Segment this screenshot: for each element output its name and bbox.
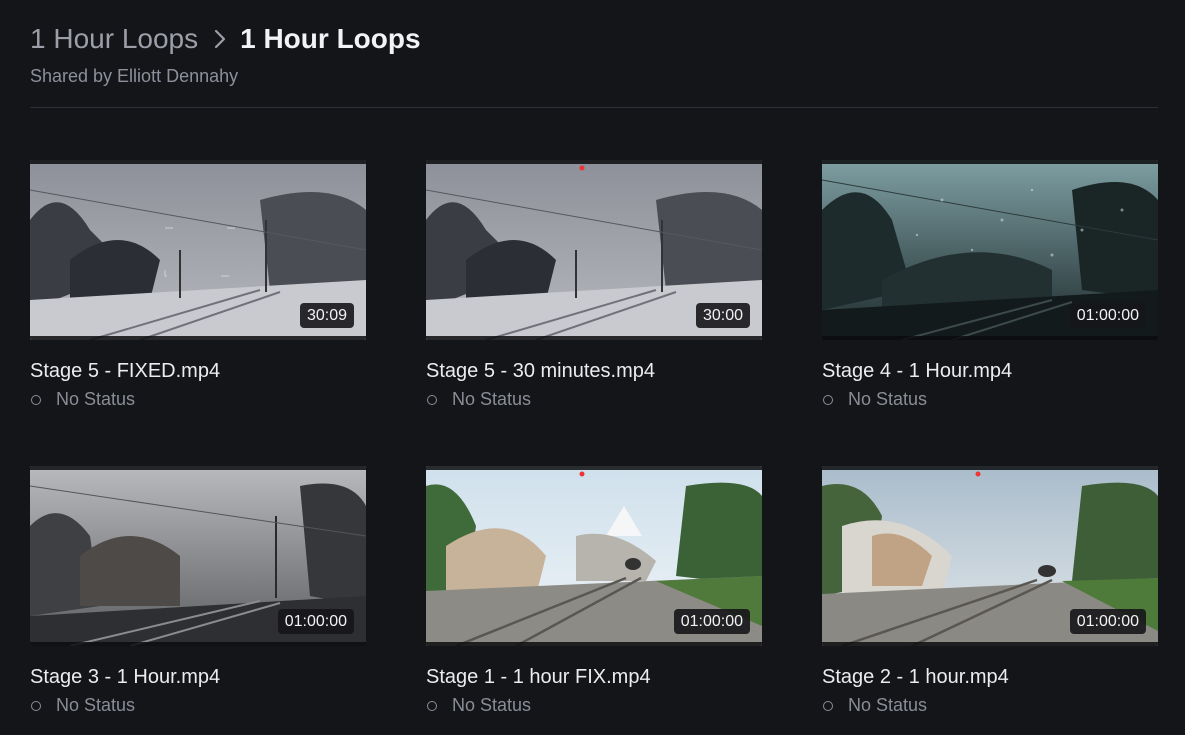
chevron-right-icon	[214, 29, 226, 49]
video-title[interactable]: Stage 2 - 1 hour.mp4	[822, 666, 1158, 689]
video-card[interactable]: 01:00:00 Stage 3 - 1 Hour.mp4 No Status	[30, 466, 366, 716]
status-label: No Status	[452, 389, 532, 409]
status-circle-icon	[427, 700, 437, 711]
video-card[interactable]: 30:09 Stage 5 - FIXED.mp4 No Status	[30, 160, 366, 410]
status-indicator[interactable]: No Status	[426, 695, 762, 716]
video-thumbnail[interactable]: 01:00:00	[822, 160, 1158, 340]
status-indicator[interactable]: No Status	[426, 389, 762, 410]
thumbnail-bottom-bar	[822, 336, 1158, 340]
video-title[interactable]: Stage 1 - 1 hour FIX.mp4	[426, 666, 762, 689]
video-card[interactable]: 01:00:00 Stage 2 - 1 hour.mp4 No Status	[822, 466, 1158, 716]
video-thumbnail[interactable]: 30:00	[426, 160, 762, 340]
status-label: No Status	[848, 695, 928, 715]
shared-by-label: Shared by Elliott Dennahy	[30, 66, 239, 86]
status-label: No Status	[56, 389, 136, 409]
status-label: No Status	[848, 389, 928, 409]
breadcrumb: 1 Hour Loops 1 Hour Loops	[30, 22, 1158, 56]
status-circle-icon	[823, 394, 833, 405]
video-thumbnail[interactable]: 01:00:00	[822, 466, 1158, 646]
duration-badge: 01:00:00	[673, 609, 750, 634]
video-title[interactable]: Stage 5 - FIXED.mp4	[30, 360, 366, 383]
video-thumbnail[interactable]: 30:09	[30, 160, 366, 340]
status-circle-icon	[823, 700, 833, 711]
video-card[interactable]: 01:00:00 Stage 1 - 1 hour FIX.mp4 No Sta…	[426, 466, 762, 716]
thumbnail-top-bar	[30, 466, 366, 470]
shared-folder-page: 1 Hour Loops 1 Hour Loops Shared by Elli…	[0, 0, 1185, 735]
thumbnail-top-bar	[30, 160, 366, 164]
page-title: 1 Hour Loops	[240, 23, 421, 54]
status-indicator[interactable]: No Status	[30, 695, 366, 716]
status-label: No Status	[56, 695, 136, 715]
video-card[interactable]: 01:00:00 Stage 4 - 1 Hour.mp4 No Status	[822, 160, 1158, 410]
video-title[interactable]: Stage 4 - 1 Hour.mp4	[822, 360, 1158, 383]
duration-badge: 30:00	[695, 303, 750, 328]
status-indicator[interactable]: No Status	[30, 389, 366, 410]
status-circle-icon	[427, 394, 437, 405]
breadcrumb-parent-link[interactable]: 1 Hour Loops	[30, 23, 198, 55]
duration-badge: 01:00:00	[277, 609, 354, 634]
thumbnail-bottom-bar	[426, 642, 762, 646]
header-divider	[30, 107, 1158, 108]
video-title[interactable]: Stage 5 - 30 minutes.mp4	[426, 360, 762, 383]
duration-badge: 30:09	[299, 303, 354, 328]
status-indicator[interactable]: No Status	[822, 695, 1158, 716]
status-indicator[interactable]: No Status	[822, 389, 1158, 410]
thumbnail-bottom-bar	[30, 336, 366, 340]
duration-badge: 01:00:00	[1069, 303, 1146, 328]
video-card[interactable]: 30:00 Stage 5 - 30 minutes.mp4 No Status	[426, 160, 762, 410]
video-thumbnail[interactable]: 01:00:00	[30, 466, 366, 646]
status-label: No Status	[452, 695, 532, 715]
thumbnail-top-bar	[426, 466, 762, 470]
duration-badge: 01:00:00	[1069, 609, 1146, 634]
page-header: 1 Hour Loops 1 Hour Loops Shared by Elli…	[30, 22, 1158, 87]
status-circle-icon	[31, 394, 41, 405]
thumbnail-bottom-bar	[426, 336, 762, 340]
thumbnail-top-bar	[822, 160, 1158, 164]
video-thumbnail[interactable]: 01:00:00	[426, 466, 762, 646]
status-circle-icon	[31, 700, 41, 711]
thumbnail-top-bar	[822, 466, 1158, 470]
thumbnail-top-bar	[426, 160, 762, 164]
thumbnail-bottom-bar	[822, 642, 1158, 646]
thumbnail-bottom-bar	[30, 642, 366, 646]
video-title[interactable]: Stage 3 - 1 Hour.mp4	[30, 666, 366, 689]
